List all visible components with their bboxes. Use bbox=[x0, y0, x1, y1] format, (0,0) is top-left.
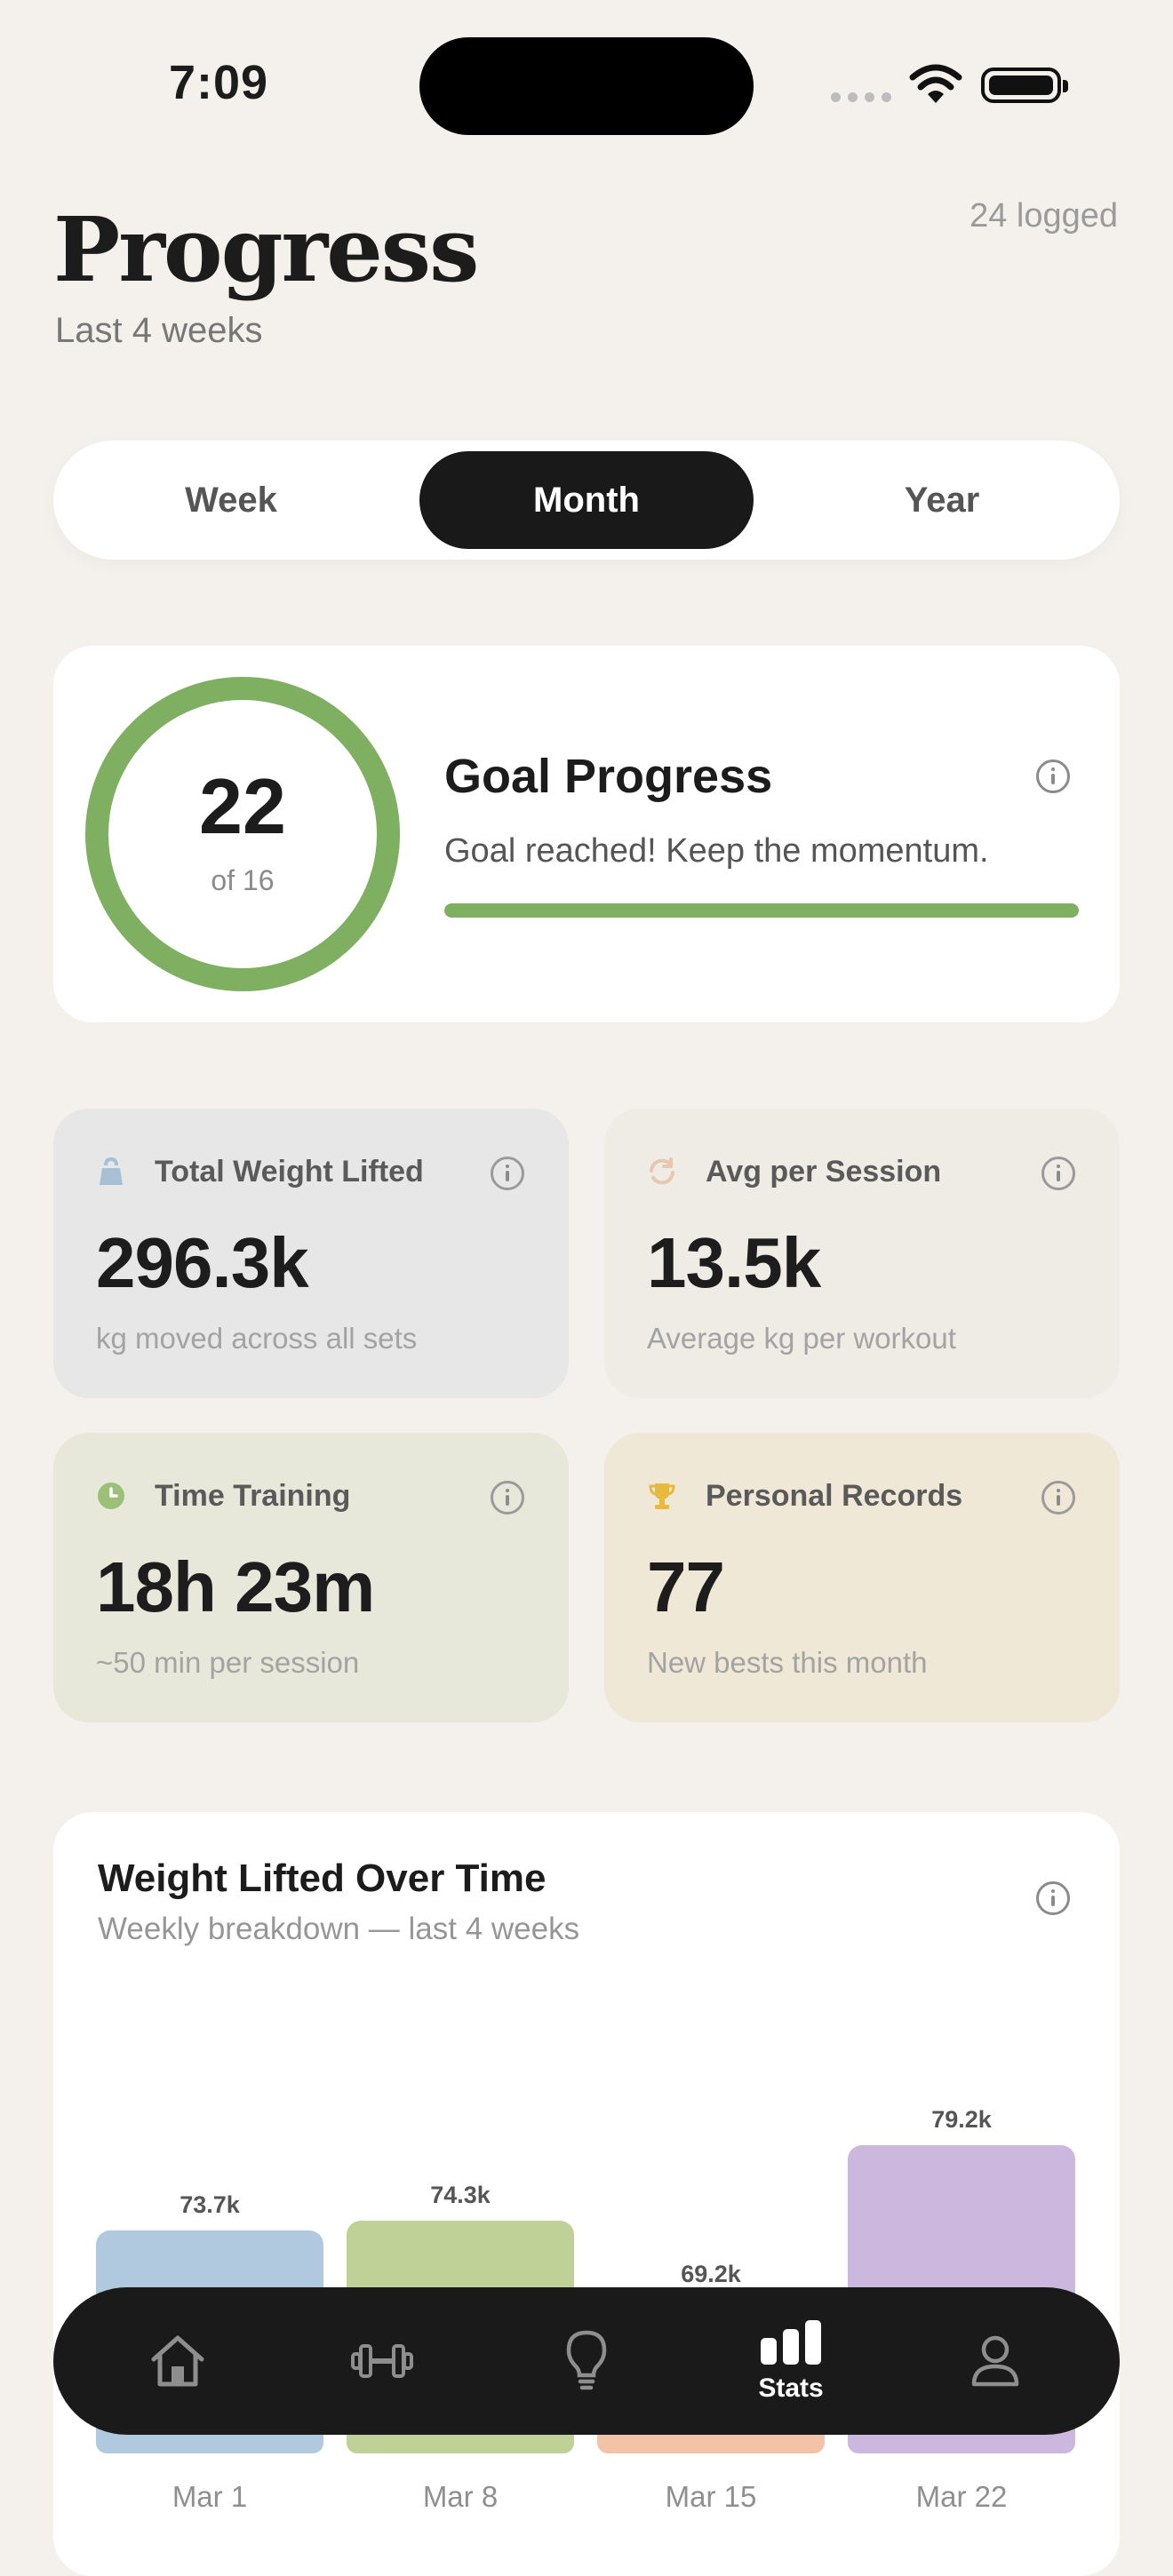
home-icon bbox=[151, 2335, 204, 2387]
clock-icon bbox=[98, 1483, 124, 1509]
stat-label: Avg per Session bbox=[706, 1155, 942, 1189]
stat-note: ~50 min per session bbox=[96, 1646, 360, 1679]
tab-stats-label: Stats bbox=[758, 2373, 824, 2403]
wifi-icon bbox=[909, 64, 962, 103]
stat-info-icon[interactable] bbox=[491, 1157, 524, 1190]
stat-card-time-training[interactable]: Time Training 18h 23m ~50 min per sessio… bbox=[53, 1433, 569, 1722]
bottom-tab-bar: Stats bbox=[53, 2287, 1120, 2435]
weight-chart-card: Weight Lifted Over Time Weekly breakdown… bbox=[53, 1812, 1120, 2576]
chart-info-icon[interactable] bbox=[1036, 1881, 1070, 1915]
lightbulb-icon bbox=[566, 2330, 607, 2390]
stat-label: Total Weight Lifted bbox=[155, 1155, 424, 1189]
stat-info-icon[interactable] bbox=[1041, 1481, 1075, 1515]
chart-subtitle: Weekly breakdown — last 4 weeks bbox=[98, 1912, 580, 1946]
stat-value: 13.5k bbox=[647, 1223, 821, 1302]
stat-label: Personal Records bbox=[706, 1479, 963, 1513]
tab-insights[interactable] bbox=[489, 2287, 684, 2435]
period-segmented-control: Week Month Year bbox=[53, 441, 1120, 560]
trophy-icon bbox=[649, 1483, 675, 1509]
stat-note: New bests this month bbox=[647, 1646, 928, 1679]
stat-card-personal-records[interactable]: Personal Records 77 New bests this month bbox=[604, 1433, 1120, 1722]
bar-value-label: 74.3k bbox=[430, 2182, 491, 2209]
bar-value-label: 79.2k bbox=[931, 2106, 992, 2134]
x-axis-label: Mar 8 bbox=[422, 2480, 499, 2513]
tab-stats[interactable]: Stats bbox=[693, 2287, 889, 2435]
x-axis-label: Mar 22 bbox=[915, 2480, 1008, 2513]
goal-message: Goal reached! Keep the momentum. bbox=[444, 832, 989, 870]
x-axis-label: Mar 1 bbox=[172, 2480, 248, 2513]
stat-card-total-weight[interactable]: Total Weight Lifted 296.3k kg moved acro… bbox=[53, 1109, 569, 1398]
bar-value-label: 73.7k bbox=[180, 2190, 240, 2218]
tab-profile[interactable] bbox=[898, 2287, 1093, 2435]
status-time: 7:09 bbox=[169, 56, 269, 109]
refresh-icon bbox=[650, 1157, 674, 1185]
goal-progress-bar bbox=[444, 903, 1079, 918]
page-title: Progress bbox=[53, 197, 479, 302]
dynamic-island bbox=[419, 37, 754, 135]
dumbbell-icon bbox=[351, 2344, 413, 2378]
kettlebell-icon bbox=[100, 1157, 123, 1185]
stat-info-icon[interactable] bbox=[491, 1481, 524, 1515]
page-subtitle: Last 4 weeks bbox=[55, 311, 263, 350]
goal-info-icon[interactable] bbox=[1036, 759, 1070, 793]
stat-card-avg-session[interactable]: Avg per Session 13.5k Average kg per wor… bbox=[604, 1109, 1120, 1398]
goal-target: of 16 bbox=[211, 864, 275, 896]
tab-workouts[interactable] bbox=[284, 2287, 480, 2435]
stat-value: 18h 23m bbox=[96, 1547, 375, 1626]
goal-title: Goal Progress bbox=[444, 750, 773, 803]
stats-icon bbox=[761, 2320, 821, 2365]
bar-value-label: 69.2k bbox=[681, 2260, 741, 2287]
stat-note: Average kg per workout bbox=[647, 1322, 956, 1355]
segment-week[interactable]: Week bbox=[64, 451, 398, 549]
goal-current-count: 22 bbox=[199, 762, 286, 850]
stat-note: kg moved across all sets bbox=[96, 1322, 418, 1355]
segment-year[interactable]: Year bbox=[775, 451, 1109, 549]
stat-info-icon[interactable] bbox=[1041, 1157, 1075, 1190]
segment-month[interactable]: Month bbox=[419, 451, 754, 549]
logged-count: 24 logged bbox=[970, 197, 1118, 235]
profile-icon bbox=[971, 2335, 1019, 2387]
cellular-signal-icon bbox=[831, 92, 891, 102]
stat-value: 296.3k bbox=[96, 1223, 309, 1302]
stat-value: 77 bbox=[647, 1547, 725, 1626]
tab-home[interactable] bbox=[80, 2287, 275, 2435]
goal-progress-card[interactable]: 22 of 16 Goal Progress Goal reached! Kee… bbox=[53, 646, 1120, 1022]
battery-icon bbox=[981, 68, 1068, 103]
chart-title: Weight Lifted Over Time bbox=[98, 1856, 547, 1900]
stat-label: Time Training bbox=[155, 1479, 351, 1513]
x-axis-label: Mar 15 bbox=[665, 2480, 757, 2513]
